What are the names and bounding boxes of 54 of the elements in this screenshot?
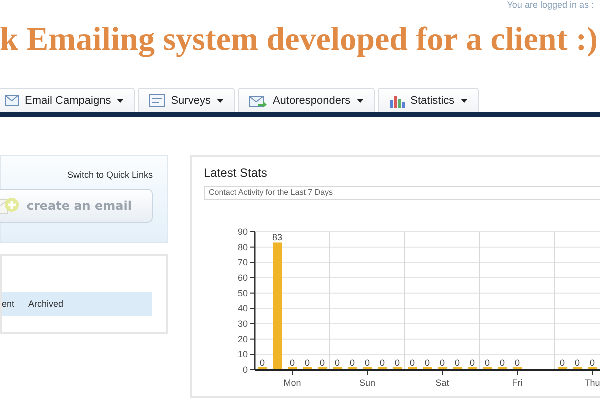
envelope-icon xyxy=(5,95,19,106)
login-status-text: You are logged in as : xyxy=(507,0,594,11)
caret-icon xyxy=(356,98,364,102)
bar-value-label: 0 xyxy=(380,358,385,368)
bar-value-label: 0 xyxy=(515,358,520,368)
bar-value-label: 0 xyxy=(350,358,355,368)
bar-value-label: 0 xyxy=(470,358,475,368)
y-tick-label: 50 xyxy=(238,288,248,298)
bar-value-label: 0 xyxy=(455,358,460,368)
bar-value-label: 0 xyxy=(485,358,490,368)
y-tick-label: 0 xyxy=(242,365,248,375)
bar-value-label: 0 xyxy=(410,358,415,368)
bar-value-label: 0 xyxy=(575,358,580,368)
email-folder-tab[interactable]: ent xyxy=(2,299,15,309)
y-tick-label: 40 xyxy=(238,304,248,314)
bar-value-label: 0 xyxy=(395,358,400,368)
panel-title: Latest Stats xyxy=(204,166,268,180)
y-tick-label: 10 xyxy=(238,350,248,360)
bar-value-label: 0 xyxy=(260,358,265,368)
report-select[interactable]: Contact Activity for the Last 7 Days xyxy=(204,186,600,200)
caret-icon xyxy=(460,98,468,102)
x-axis-label: Mon xyxy=(284,378,302,388)
x-axis-label: Thu xyxy=(584,378,600,388)
y-tick-label: 90 xyxy=(238,227,248,237)
bar-value-label: 0 xyxy=(425,358,430,368)
bar-value-label: 0 xyxy=(290,358,295,368)
y-tick-label: 60 xyxy=(238,273,248,283)
bar-value-label: 0 xyxy=(305,358,310,368)
page-title: k Emailing system developed for a client :) xyxy=(0,22,598,59)
bar-value-label: 0 xyxy=(335,358,340,368)
y-tick-label: 30 xyxy=(238,319,248,329)
x-axis-label: Sun xyxy=(360,378,376,388)
y-tick-label: 80 xyxy=(238,242,248,252)
bar-value-label: 0 xyxy=(590,358,595,368)
bar-value-label: 0 xyxy=(320,358,325,368)
bar-value-label: 0 xyxy=(500,358,505,368)
nav-tab[interactable]: Statistics xyxy=(378,88,479,112)
bar-value-label: 0 xyxy=(365,358,370,368)
x-axis-label: Fri xyxy=(512,378,523,388)
bar-value-label: 83 xyxy=(272,232,282,243)
y-tick-label: 70 xyxy=(238,258,248,268)
form-icon xyxy=(149,94,166,107)
nav-tab[interactable]: Surveys xyxy=(138,88,235,112)
nav-tab[interactable]: Email Campaigns xyxy=(0,88,136,112)
quick-links-link[interactable]: Switch to Quick Links xyxy=(67,170,153,180)
caret-icon xyxy=(216,98,224,102)
caret-icon xyxy=(117,98,124,102)
bar-chart-icon xyxy=(388,94,405,108)
email-folder-tab[interactable]: Archived xyxy=(28,299,64,309)
bar-value-label: 0 xyxy=(440,358,445,368)
y-tick-label: 20 xyxy=(238,334,248,344)
nav-tab[interactable]: Autoresponders xyxy=(238,88,375,112)
x-axis-label: Sat xyxy=(436,378,450,388)
bar-value-label: 0 xyxy=(560,358,565,368)
